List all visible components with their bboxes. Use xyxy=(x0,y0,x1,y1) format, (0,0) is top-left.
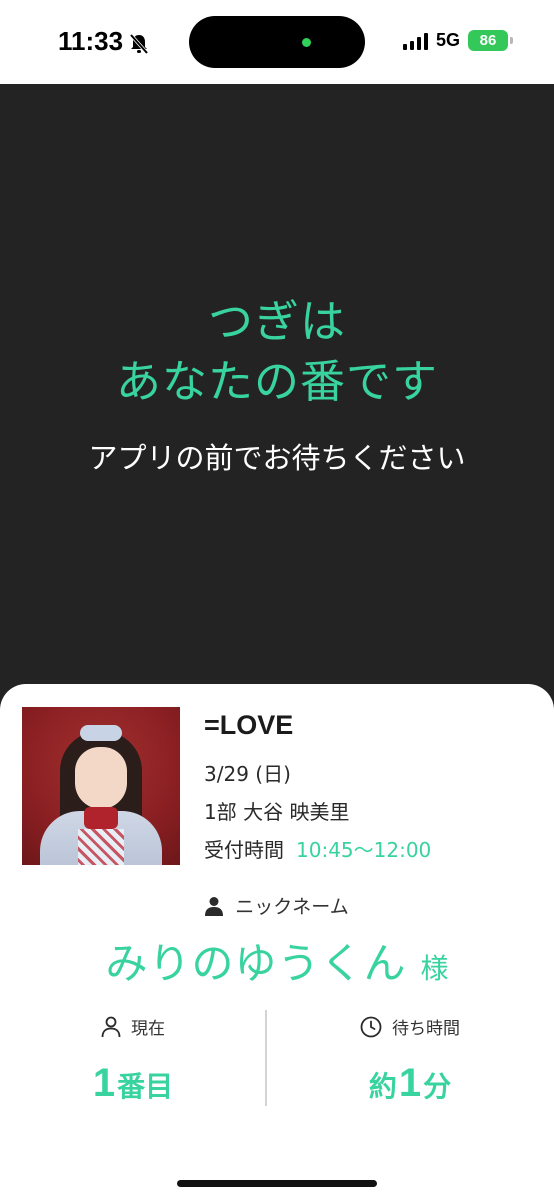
current-position-unit: 番目 xyxy=(117,1070,174,1103)
cellular-signal-icon xyxy=(402,32,428,50)
battery-icon: 86 xyxy=(468,30,513,51)
current-position-number: 1 xyxy=(92,1061,116,1105)
turn-notice-panel: つぎは あなたの番です アプリの前でお待ちください xyxy=(0,84,554,684)
photo-face xyxy=(75,747,127,809)
photo-apron xyxy=(78,829,124,865)
status-time: 11:33 xyxy=(58,26,124,56)
photo-bow xyxy=(80,725,122,741)
turn-notice-title-line2: あなたの番です xyxy=(115,355,438,408)
photo-ribbon xyxy=(84,807,118,829)
event-date: 3/29 (日) xyxy=(204,762,291,786)
wait-time-number: 1 xyxy=(398,1061,422,1105)
member-photo xyxy=(22,707,180,865)
dynamic-island xyxy=(189,16,365,68)
person-outline-icon xyxy=(101,1016,121,1038)
turn-notice-title: つぎは あなたの番です xyxy=(0,292,554,412)
current-position-label-row: 現在 xyxy=(0,1014,266,1039)
wait-time-label: 待ち時間 xyxy=(392,1019,460,1039)
status-bar: 11:33 5G 86 xyxy=(0,0,554,84)
home-indicator[interactable] xyxy=(177,1180,377,1187)
nickname-value: みりのゆうくん xyxy=(105,939,407,988)
current-position-label: 現在 xyxy=(131,1019,165,1039)
reception-label: 受付時間 xyxy=(204,838,284,862)
clock-icon xyxy=(360,1016,382,1038)
turn-notice-subtitle: アプリの前でお待ちください xyxy=(88,441,466,475)
ticket-card: =LOVE 3/29 (日) 1部 大谷 映美里 受付時間 10:45～12:0… xyxy=(0,684,554,1200)
nickname-honorific: 様 xyxy=(420,952,449,985)
queue-stats: 現在 1 番目 待ち時間 約 1 分 xyxy=(0,1010,554,1110)
event-part-member: 1部 大谷 映美里 xyxy=(204,800,350,824)
wait-time-stat: 待ち時間 約 1 分 xyxy=(266,1010,554,1110)
screen: 11:33 5G 86 つぎは あなたの番です アプリの前でお待ちください =L… xyxy=(0,0,554,1200)
wait-time-prefix: 約 xyxy=(368,1070,397,1103)
nickname-label: ニックネーム xyxy=(235,896,349,918)
nickname-row: みりのゆうくん 様 xyxy=(0,930,554,991)
wait-time-label-row: 待ち時間 xyxy=(266,1014,554,1039)
wait-time-value: 約 1 分 xyxy=(266,1061,554,1106)
person-icon xyxy=(205,896,224,916)
network-type: 5G xyxy=(435,30,460,50)
current-position-value: 1 番目 xyxy=(0,1061,266,1106)
status-indicators: 5G 86 xyxy=(402,30,513,51)
camera-indicator-dot xyxy=(302,38,311,47)
nickname-label-row: ニックネーム xyxy=(0,892,554,919)
event-title: =LOVE xyxy=(204,710,294,740)
event-reception: 受付時間 10:45～12:00 xyxy=(204,834,431,863)
bell-slash-icon xyxy=(129,31,149,54)
status-time-group: 11:33 xyxy=(58,26,149,57)
current-position-stat: 現在 1 番目 xyxy=(0,1010,266,1110)
battery-level: 86 xyxy=(479,32,497,49)
reception-time: 10:45～12:00 xyxy=(296,838,432,862)
wait-time-unit: 分 xyxy=(423,1070,452,1103)
turn-notice-title-line1: つぎは xyxy=(207,295,346,348)
